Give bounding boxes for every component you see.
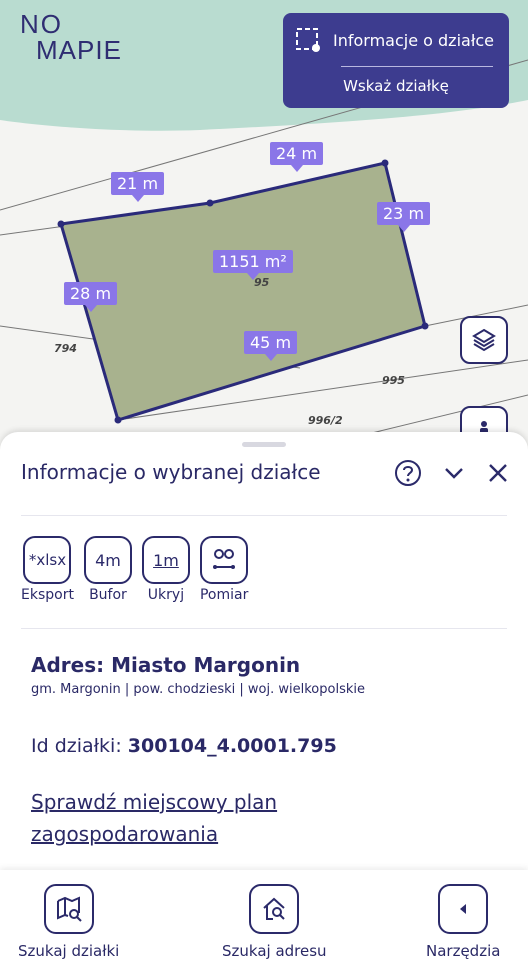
nav-label: Narzędzia bbox=[426, 942, 501, 960]
measure-tool[interactable]: Pomiar bbox=[200, 536, 248, 603]
bottom-nav: Szukaj działki Szukaj adresu Narzędzia bbox=[0, 870, 528, 960]
parcel-info-title: Informacje o działce bbox=[333, 30, 495, 50]
logo-line2: MAPIE bbox=[36, 35, 122, 65]
parcel-id: Id działki: 300104_4.0001.795 bbox=[31, 735, 337, 757]
local-plan-link[interactable]: Sprawdź miejscowy plan zagospodarowania bbox=[31, 786, 331, 850]
map-view[interactable]: NO MAPIE Informacje o działce Wskaż dzia… bbox=[0, 0, 528, 470]
segment-label: 21 m bbox=[111, 172, 165, 202]
close-icon[interactable] bbox=[486, 461, 510, 489]
parcel-number: 996/2 bbox=[308, 414, 343, 427]
pin-measure-icon bbox=[200, 536, 249, 584]
logo-line1: NO bbox=[20, 9, 63, 39]
help-icon[interactable] bbox=[394, 459, 422, 491]
home-search-icon bbox=[249, 884, 300, 934]
divider bbox=[21, 515, 507, 516]
address-title: Adres: Miasto Margonin bbox=[31, 653, 301, 677]
layers-icon bbox=[471, 327, 497, 353]
segment-label: 28 m bbox=[64, 282, 118, 312]
nav-search-parcel[interactable]: Szukaj działki bbox=[18, 884, 119, 960]
segment-label: 23 m bbox=[377, 202, 431, 232]
tool-label: Bufor bbox=[89, 587, 127, 603]
xlsx-icon: *xlsx bbox=[23, 536, 72, 584]
nav-label: Szukaj działki bbox=[18, 942, 120, 960]
chevron-down-icon[interactable] bbox=[442, 461, 466, 489]
layers-button[interactable] bbox=[460, 316, 508, 364]
nav-search-address[interactable]: Szukaj adresu bbox=[222, 884, 327, 960]
buffer-tool[interactable]: 4m Bufor bbox=[83, 536, 132, 603]
select-area-icon bbox=[295, 27, 321, 53]
export-tool[interactable]: *xlsx Eksport bbox=[21, 536, 74, 603]
point-parcel-button[interactable]: Wskaż działkę bbox=[283, 77, 509, 95]
divider bbox=[341, 66, 493, 67]
parcel-number: 794 bbox=[54, 342, 77, 355]
app-logo: NO MAPIE bbox=[20, 9, 122, 65]
segment-label: 24 m bbox=[270, 142, 324, 172]
segment-label: 45 m bbox=[244, 331, 298, 361]
buffer-icon: 4m bbox=[83, 536, 132, 584]
sheet-header-actions bbox=[394, 459, 510, 491]
parcel-number: 995 bbox=[382, 374, 405, 387]
sheet-drag-handle[interactable] bbox=[242, 442, 286, 447]
map-search-icon bbox=[43, 884, 94, 934]
chevron-left-icon bbox=[438, 884, 489, 934]
parcel-number: 95 bbox=[254, 276, 270, 289]
parcel-info-row[interactable]: Informacje o działce bbox=[295, 27, 494, 53]
tool-label: Eksport bbox=[21, 587, 74, 603]
hide-measure-icon: 1m bbox=[141, 536, 190, 584]
tools-row: *xlsx Eksport 4m Bufor 1m Ukryj Pomiar bbox=[21, 536, 258, 603]
nav-tools[interactable]: Narzędzia bbox=[426, 884, 500, 960]
tool-label: Pomiar bbox=[199, 587, 249, 603]
area-label: 1151 m² bbox=[213, 250, 293, 280]
hide-tool[interactable]: 1m Ukryj bbox=[141, 536, 190, 603]
sheet-title: Informacje o wybranej działce bbox=[21, 460, 321, 484]
parcel-info-panel[interactable]: Informacje o działce Wskaż działkę bbox=[283, 13, 509, 108]
address-admin-units: gm. Margonin | pow. chodzieski | woj. wi… bbox=[31, 682, 365, 697]
tool-label: Ukryj bbox=[147, 587, 185, 603]
nav-label: Szukaj adresu bbox=[222, 942, 327, 960]
parcel-id-value: 300104_4.0001.795 bbox=[127, 735, 337, 757]
divider bbox=[21, 628, 507, 629]
